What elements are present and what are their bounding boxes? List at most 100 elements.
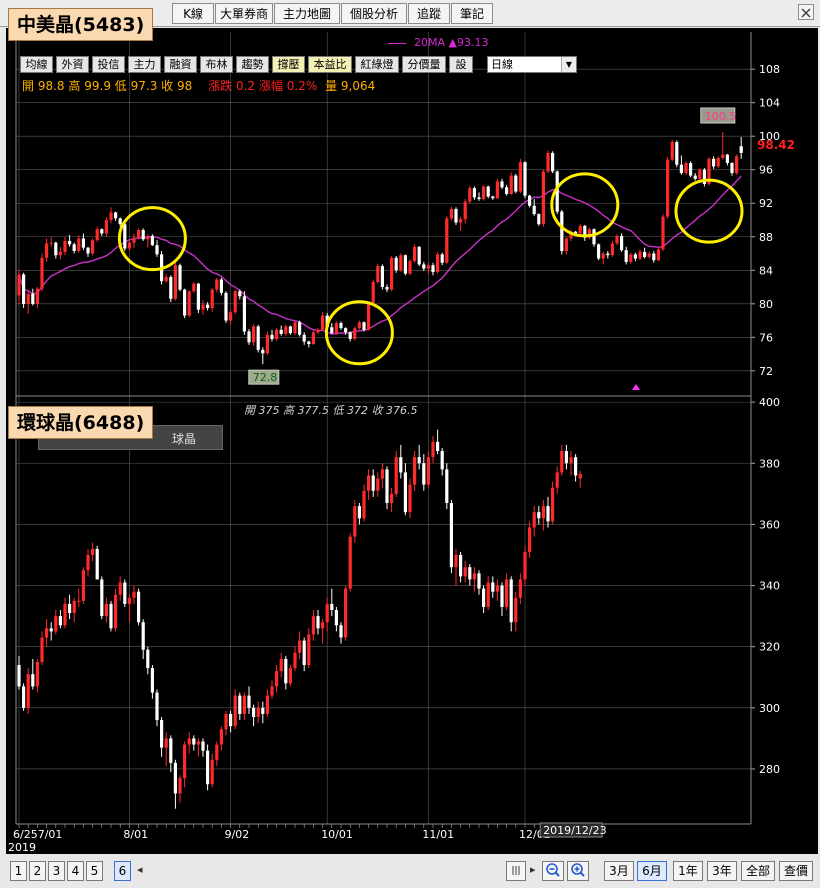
upper-candle-body (528, 195, 532, 206)
upper-candle-body (689, 163, 693, 176)
upper-candle-body (491, 196, 495, 199)
upper-candle-body (233, 291, 237, 313)
lower-candle-body (509, 579, 513, 623)
upper-candle-body (321, 315, 325, 330)
btn-bollinger[interactable]: 布林 (200, 56, 233, 73)
lower-candle-body (86, 554, 90, 571)
close-icon[interactable] (798, 4, 814, 20)
lower-candle-body (26, 674, 30, 708)
lower-candle-body (132, 591, 136, 598)
tab-tracking[interactable]: 追蹤 (408, 3, 450, 24)
lower-candle-body (574, 457, 578, 476)
high-marker-label: 100.5 (705, 110, 737, 123)
tab-main-force-map[interactable]: 主力地圖 (274, 3, 340, 24)
period-6m-button[interactable]: 6月 (637, 861, 667, 881)
upper-candle-body (670, 142, 674, 160)
zoom-in-icon[interactable] (567, 861, 589, 881)
lower-candle-body (31, 674, 35, 687)
lower-candle-body (252, 707, 256, 717)
upper-candle-body (436, 254, 440, 272)
upper-candle-body (675, 142, 679, 165)
btn-main-force[interactable]: 主力 (128, 56, 161, 73)
upper-candle-body (173, 265, 177, 299)
btn-ma[interactable]: 均線 (20, 56, 53, 73)
signal-marker (632, 384, 640, 390)
change-value: 0.2 (235, 79, 256, 93)
period-all-button[interactable]: 全部 (741, 861, 775, 881)
upper-candle-body (26, 293, 30, 304)
page-button-6[interactable]: 6 (114, 861, 131, 881)
upper-candle-body (196, 283, 200, 310)
upper-candle-body (311, 332, 315, 345)
upper-candle-body (666, 159, 670, 217)
btn-trust[interactable]: 投信 (92, 56, 125, 73)
btn-foreign[interactable]: 外資 (56, 56, 89, 73)
upper-candle-body (31, 293, 35, 304)
lower-candle-body (362, 490, 366, 519)
upper-candle-body (334, 323, 338, 334)
upper-candle-body (72, 244, 76, 252)
low-value: 97.3 (130, 79, 158, 93)
btn-margin[interactable]: 融資 (164, 56, 197, 73)
tab-k-line[interactable]: K線 (172, 3, 214, 24)
scroll-right-arrow[interactable]: ▸ (530, 863, 536, 876)
tab-big-broker[interactable]: 大單券商 (215, 3, 273, 24)
upper-candle-body (371, 282, 375, 303)
page-button-4[interactable]: 4 (67, 861, 84, 881)
upper-candle-body (150, 235, 154, 246)
page-button-5[interactable]: 5 (86, 861, 103, 881)
lower-candle-body (256, 707, 260, 717)
stock-label-lower: 環球晶(6488) (8, 406, 154, 439)
upper-candle-body (482, 186, 486, 200)
page-button-2[interactable]: 2 (29, 861, 46, 881)
btn-trend[interactable]: 趨勢 (236, 56, 269, 73)
lower-candle-body (169, 738, 173, 763)
lower-candle-body (54, 616, 58, 632)
upper-candle-body (353, 328, 357, 340)
lower-candle-body (224, 713, 228, 730)
page-button-1[interactable]: 1 (10, 861, 27, 881)
tab-stock-analysis[interactable]: 個股分析 (341, 3, 407, 24)
upper-candle-body (224, 292, 228, 321)
upper-candle-body (413, 246, 417, 262)
lower-candle-body (77, 600, 81, 602)
lower-ytick-label: 380 (759, 457, 780, 470)
period-select[interactable]: 日線 ▼ (487, 56, 577, 73)
volume-value: 9,064 (340, 79, 376, 93)
price-query-button[interactable]: 查價 (779, 861, 813, 881)
btn-pe-ratio[interactable]: 本益比 (308, 56, 352, 73)
lower-ytick-label: 360 (759, 518, 780, 531)
lower-candle-body (178, 778, 182, 794)
btn-settings[interactable]: 設 (449, 56, 473, 73)
upper-candle-body (91, 240, 95, 254)
btn-support-resistance[interactable]: 撐壓 (272, 56, 305, 73)
upper-candle-body (261, 349, 265, 354)
high-value: 99.9 (84, 79, 111, 93)
btn-price-volume[interactable]: 分價量 (402, 56, 446, 73)
upper-candle-body (183, 289, 187, 316)
period-3m-button[interactable]: 3月 (604, 861, 634, 881)
lower-candle-body (528, 527, 532, 552)
stock-chart-window: K線 大單券商 主力地圖 個股分析 追蹤 筆記 100.5 72.8 98.42 7… (0, 0, 820, 888)
lower-candle-body (215, 744, 219, 760)
period-3y-button[interactable]: 3年 (707, 861, 737, 881)
upper-candle-body (679, 164, 683, 174)
lower-candle-body (495, 585, 499, 592)
scroll-left-arrow[interactable]: ◂ (137, 863, 143, 876)
grip-button[interactable]: ||| (506, 861, 526, 881)
period-1y-button[interactable]: 1年 (673, 861, 703, 881)
upper-candle-body (137, 230, 141, 238)
lower-candle-body (422, 463, 426, 485)
zoom-out-icon[interactable] (542, 861, 564, 881)
upper-candle-body (265, 334, 269, 354)
upper-candle-body (22, 274, 26, 304)
lower-candle-body (270, 686, 274, 696)
upper-candle-body (445, 218, 449, 263)
upper-candle-body (449, 209, 453, 219)
upper-candle-body (661, 216, 665, 250)
page-button-3[interactable]: 3 (48, 861, 65, 881)
upper-candle-body (284, 326, 288, 334)
upper-candle-body (118, 218, 122, 225)
btn-traffic-light[interactable]: 紅綠燈 (355, 56, 399, 73)
tab-notes[interactable]: 筆記 (451, 3, 493, 24)
